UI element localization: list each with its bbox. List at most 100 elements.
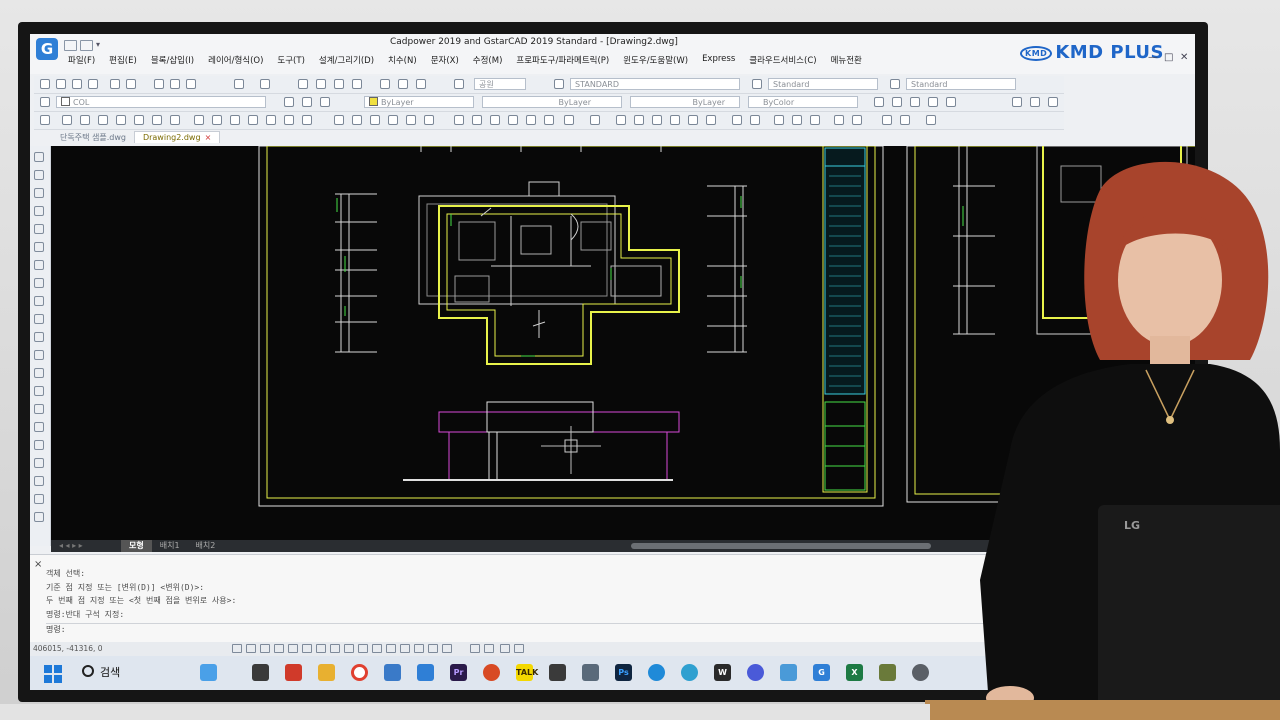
tab-model[interactable]: 모형: [121, 540, 152, 552]
sc-toggle-icon[interactable]: [372, 644, 382, 653]
paste-icon[interactable]: [186, 79, 196, 89]
explode-icon[interactable]: [302, 115, 312, 125]
photoshop-icon[interactable]: Ps: [615, 664, 632, 681]
tab-layout1[interactable]: 배치1: [152, 540, 188, 552]
status-menu-icon[interactable]: [484, 644, 494, 653]
fullscreen-icon[interactable]: [500, 644, 510, 653]
zoom-window-icon[interactable]: [334, 79, 344, 89]
task-view-icon[interactable]: [252, 664, 269, 681]
dim-style-select[interactable]: Standard: [768, 78, 878, 90]
plotstyle-select[interactable]: ByColor: [748, 96, 858, 108]
polar-toggle-icon[interactable]: [274, 644, 284, 653]
menu-format[interactable]: 레이어/형식(O): [208, 54, 263, 68]
minimize-icon[interactable]: —: [1148, 52, 1158, 63]
table-style-select[interactable]: Standard: [906, 78, 1016, 90]
color-select[interactable]: ByLayer: [364, 96, 474, 108]
horizontal-scrollbar[interactable]: [631, 543, 931, 549]
close-window-icon[interactable]: ✕: [1180, 52, 1188, 63]
tab-doc1[interactable]: 단독주택 샘플.dwg: [52, 131, 134, 144]
grid-display-icon[interactable]: [1048, 97, 1058, 107]
quick-select-icon[interactable]: [852, 115, 862, 125]
scale-icon[interactable]: [170, 115, 180, 125]
file-explorer-icon[interactable]: [318, 664, 335, 681]
mtext-icon[interactable]: [732, 115, 742, 125]
dim-continue-icon[interactable]: [544, 115, 554, 125]
workspace-icon[interactable]: [414, 644, 424, 653]
help-icon[interactable]: [454, 79, 464, 89]
close-tab-icon[interactable]: ×: [205, 133, 212, 142]
premiere-icon[interactable]: Pr: [450, 664, 467, 681]
kakaotalk-icon[interactable]: TALK: [516, 664, 538, 681]
hardware-accel-icon[interactable]: [514, 644, 524, 653]
hatch-icon[interactable]: [874, 97, 884, 107]
menu-switch[interactable]: 메뉴전환: [831, 54, 862, 68]
hatch-draw-icon[interactable]: [670, 115, 680, 125]
rotate-icon[interactable]: [152, 115, 162, 125]
chamfer-icon[interactable]: [266, 115, 276, 125]
calculator-icon[interactable]: [582, 664, 599, 681]
arc-icon[interactable]: [62, 115, 72, 125]
open-icon[interactable]: [56, 79, 66, 89]
edge-icon[interactable]: [648, 664, 665, 681]
app-green-icon[interactable]: [879, 664, 896, 681]
fillet-icon[interactable]: [284, 115, 294, 125]
circle-icon[interactable]: [34, 260, 44, 270]
mirror-icon[interactable]: [80, 115, 90, 125]
layer-previous-icon[interactable]: [302, 97, 312, 107]
text-style-select[interactable]: STANDARD: [570, 78, 740, 90]
layer-states-icon[interactable]: [320, 97, 330, 107]
region-tool-icon[interactable]: [34, 422, 44, 432]
app-circle-icon[interactable]: [681, 664, 698, 681]
line-tool-icon[interactable]: [34, 152, 44, 162]
spline-icon[interactable]: [34, 296, 44, 306]
offset-icon[interactable]: [98, 115, 108, 125]
menu-insert[interactable]: 블록/삽입(I): [151, 54, 194, 68]
app-window-icon[interactable]: [780, 664, 797, 681]
dim-angular-icon[interactable]: [508, 115, 518, 125]
zoom-realtime-icon[interactable]: [316, 79, 326, 89]
undo-icon[interactable]: [234, 79, 244, 89]
pan-icon[interactable]: [298, 79, 308, 89]
settings-icon[interactable]: [912, 664, 929, 681]
rectangle-icon[interactable]: [34, 224, 44, 234]
viewport-icon[interactable]: [1012, 97, 1022, 107]
app-dark-icon[interactable]: [549, 664, 566, 681]
annotation-scale-icon[interactable]: [386, 644, 396, 653]
leader-icon[interactable]: [564, 115, 574, 125]
dim-linear-icon[interactable]: [454, 115, 464, 125]
menu-parametric[interactable]: 프로파도구/파라메트릭(P): [516, 54, 609, 68]
print-icon[interactable]: [110, 79, 120, 89]
saveas-icon[interactable]: [88, 79, 98, 89]
tab-layout2[interactable]: 배치2: [188, 540, 224, 552]
clip-viewport-icon[interactable]: [1030, 97, 1040, 107]
dim-radius-icon[interactable]: [490, 115, 500, 125]
zoom-previous-icon[interactable]: [352, 79, 362, 89]
block-insert-icon[interactable]: [616, 115, 626, 125]
quick-access-dropdown-icon[interactable]: ▾: [96, 40, 107, 49]
area-icon[interactable]: [792, 115, 802, 125]
xref-icon[interactable]: [882, 115, 892, 125]
construction-line-icon[interactable]: [34, 170, 44, 180]
block-make-icon[interactable]: [634, 115, 644, 125]
array-icon[interactable]: [116, 115, 126, 125]
osnap-intersection-icon[interactable]: [424, 115, 434, 125]
open-file-icon[interactable]: [80, 40, 93, 51]
gstarcad-icon[interactable]: G: [813, 664, 830, 681]
new-file-icon[interactable]: [64, 40, 77, 51]
osnap-node-icon[interactable]: [388, 115, 398, 125]
sketch-icon[interactable]: [34, 512, 44, 522]
arc-tool-icon[interactable]: [34, 242, 44, 252]
polyline-icon[interactable]: [34, 188, 44, 198]
break-icon[interactable]: [248, 115, 258, 125]
osnap-toggle-icon[interactable]: [288, 644, 298, 653]
save-icon[interactable]: [72, 79, 82, 89]
excel-icon[interactable]: X: [846, 664, 863, 681]
make-block-icon[interactable]: [34, 350, 44, 360]
menu-tools[interactable]: 도구(T): [277, 54, 304, 68]
taskbar-search[interactable]: 검색: [82, 664, 172, 682]
redo-icon[interactable]: [260, 79, 270, 89]
menu-express[interactable]: Express: [702, 54, 735, 68]
ellipse-icon[interactable]: [34, 314, 44, 324]
hatch-tool-icon[interactable]: [34, 386, 44, 396]
snap-toggle-icon[interactable]: [232, 644, 242, 653]
